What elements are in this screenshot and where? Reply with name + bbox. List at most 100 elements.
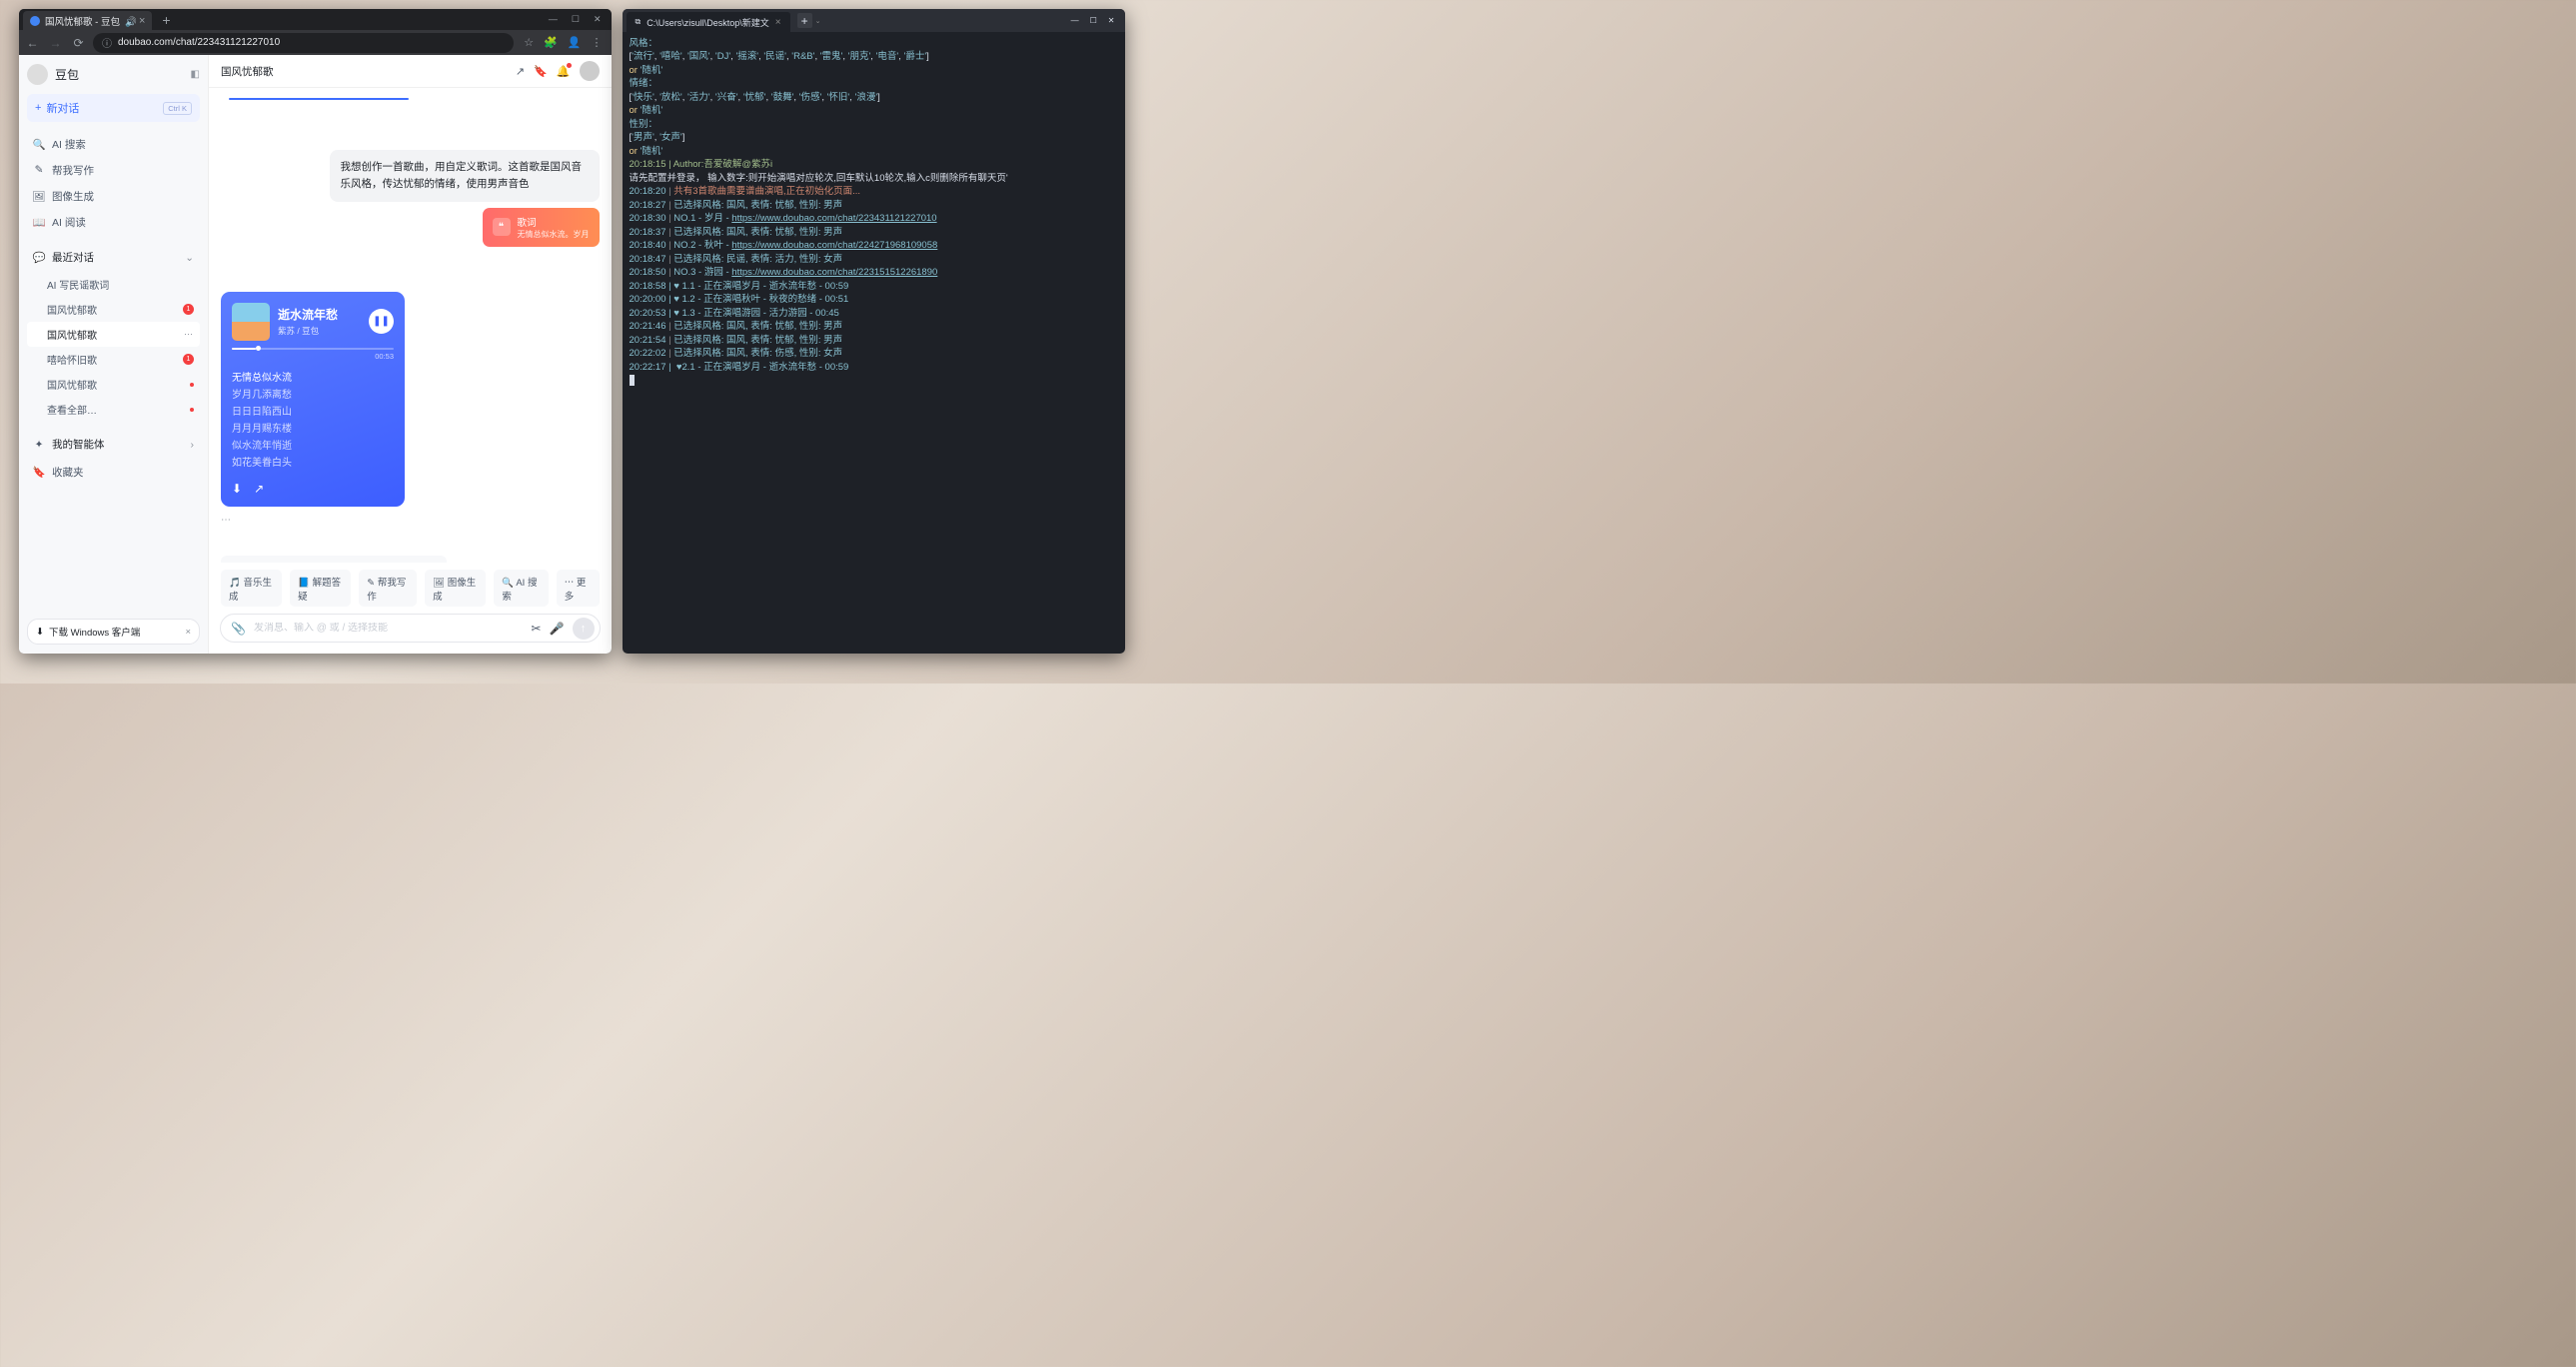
send-button[interactable]: ↑ <box>573 618 595 640</box>
more-icon[interactable]: ⋯ <box>184 329 194 340</box>
terminal-line: 性别： <box>630 118 1118 131</box>
maximize-icon[interactable]: ☐ <box>1090 16 1097 25</box>
attachment-icon[interactable]: 📎 <box>231 622 246 636</box>
lyric-chip-label: 歌词 <box>518 215 590 229</box>
sidebar-item-icon: ✎ <box>33 164 45 176</box>
download-track-icon[interactable]: ⬇ <box>232 482 242 496</box>
terminal-line: 20:20:00 | ♥ 1.2 - 正在演唱秋叶 - 秋夜的愁绪 - 00:5… <box>630 293 1118 306</box>
sidebar-chat-item[interactable]: AI 写民谣歌词 <box>27 272 200 297</box>
terminal-window: ⧉ C:\Users\zisull\Desktop\新建文 × + ⌄ — ☐ … <box>623 9 1125 654</box>
terminal-line: 20:18:50 | NO.3 - 游园 - https://www.douba… <box>630 266 1118 279</box>
more-dots[interactable]: ⋯ <box>221 515 600 526</box>
quote-icon: ❝ <box>493 218 511 236</box>
chat-main: 国风忧郁歌 ↗ 🔖 🔔 我想创作一首歌曲，用自定义歌词。这首歌是国风音乐风格，传… <box>209 55 612 654</box>
notification-dot <box>190 408 194 412</box>
sidebar-chat-item[interactable]: 国风忧郁歌 ⋯ <box>27 322 200 347</box>
sidebar-item-icon: 🔍 <box>33 138 45 150</box>
music-card: 逝水流年愁 紫苏 / 豆包 ❚❚ 00:53 无情总似水流岁月几添离愁日日日陷西… <box>221 292 405 507</box>
sidebar-chat-item[interactable]: 国风忧郁歌1 <box>27 297 200 322</box>
recent-section[interactable]: 💬 最近对话 ⌄ <box>27 243 200 269</box>
reload-button[interactable]: ⟳ <box>70 34 87 51</box>
terminal-line: 20:18:30 | NO.1 - 岁月 - https://www.douba… <box>630 212 1118 225</box>
bookmark-chat-icon[interactable]: 🔖 <box>534 65 548 78</box>
collapse-sidebar-icon[interactable]: ◧ <box>191 69 200 80</box>
download-label: 下载 Windows 客户端 <box>49 625 140 639</box>
star-icon[interactable]: ☆ <box>524 36 534 49</box>
share-icon[interactable]: ↗ <box>516 65 525 78</box>
tab-close-icon[interactable]: × <box>139 15 145 27</box>
album-art <box>232 303 270 341</box>
terminal-line: 情绪： <box>630 77 1118 90</box>
tool-chip[interactable]: 🖼 图像生成 <box>425 570 486 607</box>
tool-chip[interactable]: ⋯ 更多 <box>557 570 600 607</box>
sidebar-item[interactable]: 🔍AI 搜索 <box>27 131 200 157</box>
tool-chip[interactable]: 🎵 音乐生成 <box>221 570 282 607</box>
sidebar-item-label: AI 阅读 <box>52 215 86 230</box>
app-name: 豆包 <box>55 66 184 83</box>
chat-label: 嘻哈怀旧歌 <box>47 352 97 367</box>
url-field[interactable]: ⓘ doubao.com/chat/223431121227010 <box>93 33 514 53</box>
menu-icon[interactable]: ⋮ <box>592 36 603 49</box>
agents-section[interactable]: ✦ 我的智能体 › <box>27 430 200 456</box>
tool-chip[interactable]: 📘 解题答疑 <box>290 570 351 607</box>
mic-icon[interactable]: 🎤 <box>550 622 565 636</box>
tool-chip[interactable]: 🔍 AI 搜索 <box>494 570 548 607</box>
close-download-icon[interactable]: × <box>185 627 191 638</box>
terminal-line: or '随机' <box>630 145 1118 158</box>
chat-label: 国风忧郁歌 <box>47 327 97 342</box>
sidebar-chat-item[interactable]: 嘻哈怀旧歌1 <box>27 347 200 372</box>
suggestion-chip[interactable]: 再创作一段歌词，表达对世事无常的感慨。→ <box>221 556 447 563</box>
download-icon: ⬇ <box>36 627 44 638</box>
user-message: 我想创作一首歌曲，用自定义歌词。这首歌是国风音乐风格，传达忧郁的情绪，使用男声音… <box>330 150 600 202</box>
share-track-icon[interactable]: ↗ <box>254 482 264 496</box>
agents-label: 我的智能体 <box>52 437 105 452</box>
close-icon[interactable]: ✕ <box>594 14 602 25</box>
sidebar-item[interactable]: 🖼图像生成 <box>27 183 200 209</box>
minimize-icon[interactable]: — <box>1071 16 1079 25</box>
pause-button[interactable]: ❚❚ <box>369 309 394 334</box>
browser-tab[interactable]: 国风忧郁歌 - 豆包 🔊 × <box>23 11 152 31</box>
download-client-button[interactable]: ⬇ 下载 Windows 客户端 × <box>27 619 200 645</box>
lyric-line: 如花美眷白头 <box>232 455 394 472</box>
new-chat-button[interactable]: + 新对话 Ctrl K <box>27 94 200 122</box>
new-tab-button[interactable]: + <box>162 12 170 28</box>
notifications-icon[interactable]: 🔔 <box>557 65 571 78</box>
back-button[interactable]: ← <box>24 34 41 51</box>
progress-bar[interactable] <box>232 348 394 350</box>
sidebar-header: 豆包 ◧ <box>27 64 200 85</box>
terminal-line: ['流行', '嘻哈', '国风', 'DJ', '摇滚', '民谣', 'R&… <box>630 50 1118 63</box>
favorites-item[interactable]: 🔖 收藏夹 <box>27 459 200 485</box>
terminal-line: 20:18:58 | ♥ 1.1 - 正在演唱岁月 - 逝水流年愁 - 00:5… <box>630 280 1118 293</box>
lyric-chip-sub: 无情总似水流。岁月 <box>518 229 590 240</box>
terminal-tab[interactable]: ⧉ C:\Users\zisull\Desktop\新建文 × <box>627 12 790 33</box>
user-avatar[interactable] <box>580 61 600 81</box>
maximize-icon[interactable]: ☐ <box>572 14 580 25</box>
sidebar-item[interactable]: ✎ 帮我写作 <box>27 157 200 183</box>
terminal-output[interactable]: 风格：['流行', '嘻哈', '国风', 'DJ', '摇滚', '民谣', … <box>623 32 1125 654</box>
sidebar-chat-item[interactable]: 国风忧郁歌 <box>27 372 200 397</box>
profile-icon[interactable]: 👤 <box>568 36 582 49</box>
new-chat-label: 新对话 <box>46 100 79 116</box>
message-input[interactable] <box>254 623 524 634</box>
terminal-line: 请先配置并登录， 输入数字:则开始演唱对应轮次,回车默认10轮次,输入c则删除所… <box>630 172 1118 185</box>
extensions-icon[interactable]: 🧩 <box>544 36 558 49</box>
lyric-line: 无情总似水流 <box>232 370 394 387</box>
minimize-icon[interactable]: — <box>549 14 558 25</box>
terminal-line: 20:18:47 | 已选择风格: 民谣, 表情: 活力, 性别: 女声 <box>630 253 1118 266</box>
terminal-line: 20:20:53 | ♥ 1.3 - 正在演唱游园 - 活力游园 - 00:45 <box>630 307 1118 320</box>
terminal-line: 20:22:17 | ♥2.1 - 正在演唱岁月 - 逝水流年愁 - 00:59 <box>630 361 1118 374</box>
forward-button[interactable]: → <box>47 34 64 51</box>
browser-titlebar: 国风忧郁歌 - 豆包 🔊 × + — ☐ ✕ <box>19 9 612 30</box>
sidebar-item[interactable]: 📖AI 阅读 <box>27 209 200 235</box>
terminal-tab-close-icon[interactable]: × <box>775 17 781 28</box>
sidebar-item-label: 帮我写作 <box>52 163 94 178</box>
terminal-dropdown-icon[interactable]: ⌄ <box>815 17 821 25</box>
close-icon[interactable]: ✕ <box>1108 16 1115 25</box>
tool-chip[interactable]: ✎ 帮我写作 <box>359 570 417 607</box>
lyric-chip[interactable]: ❝ 歌词 无情总似水流。岁月 <box>483 208 600 247</box>
scissors-icon[interactable]: ✂ <box>531 622 541 636</box>
sidebar-chat-item[interactable]: 查看全部… <box>27 397 200 422</box>
site-info-icon[interactable]: ⓘ <box>102 35 112 50</box>
sound-icon[interactable]: 🔊 <box>125 17 134 26</box>
terminal-new-tab-button[interactable]: + <box>797 13 812 28</box>
